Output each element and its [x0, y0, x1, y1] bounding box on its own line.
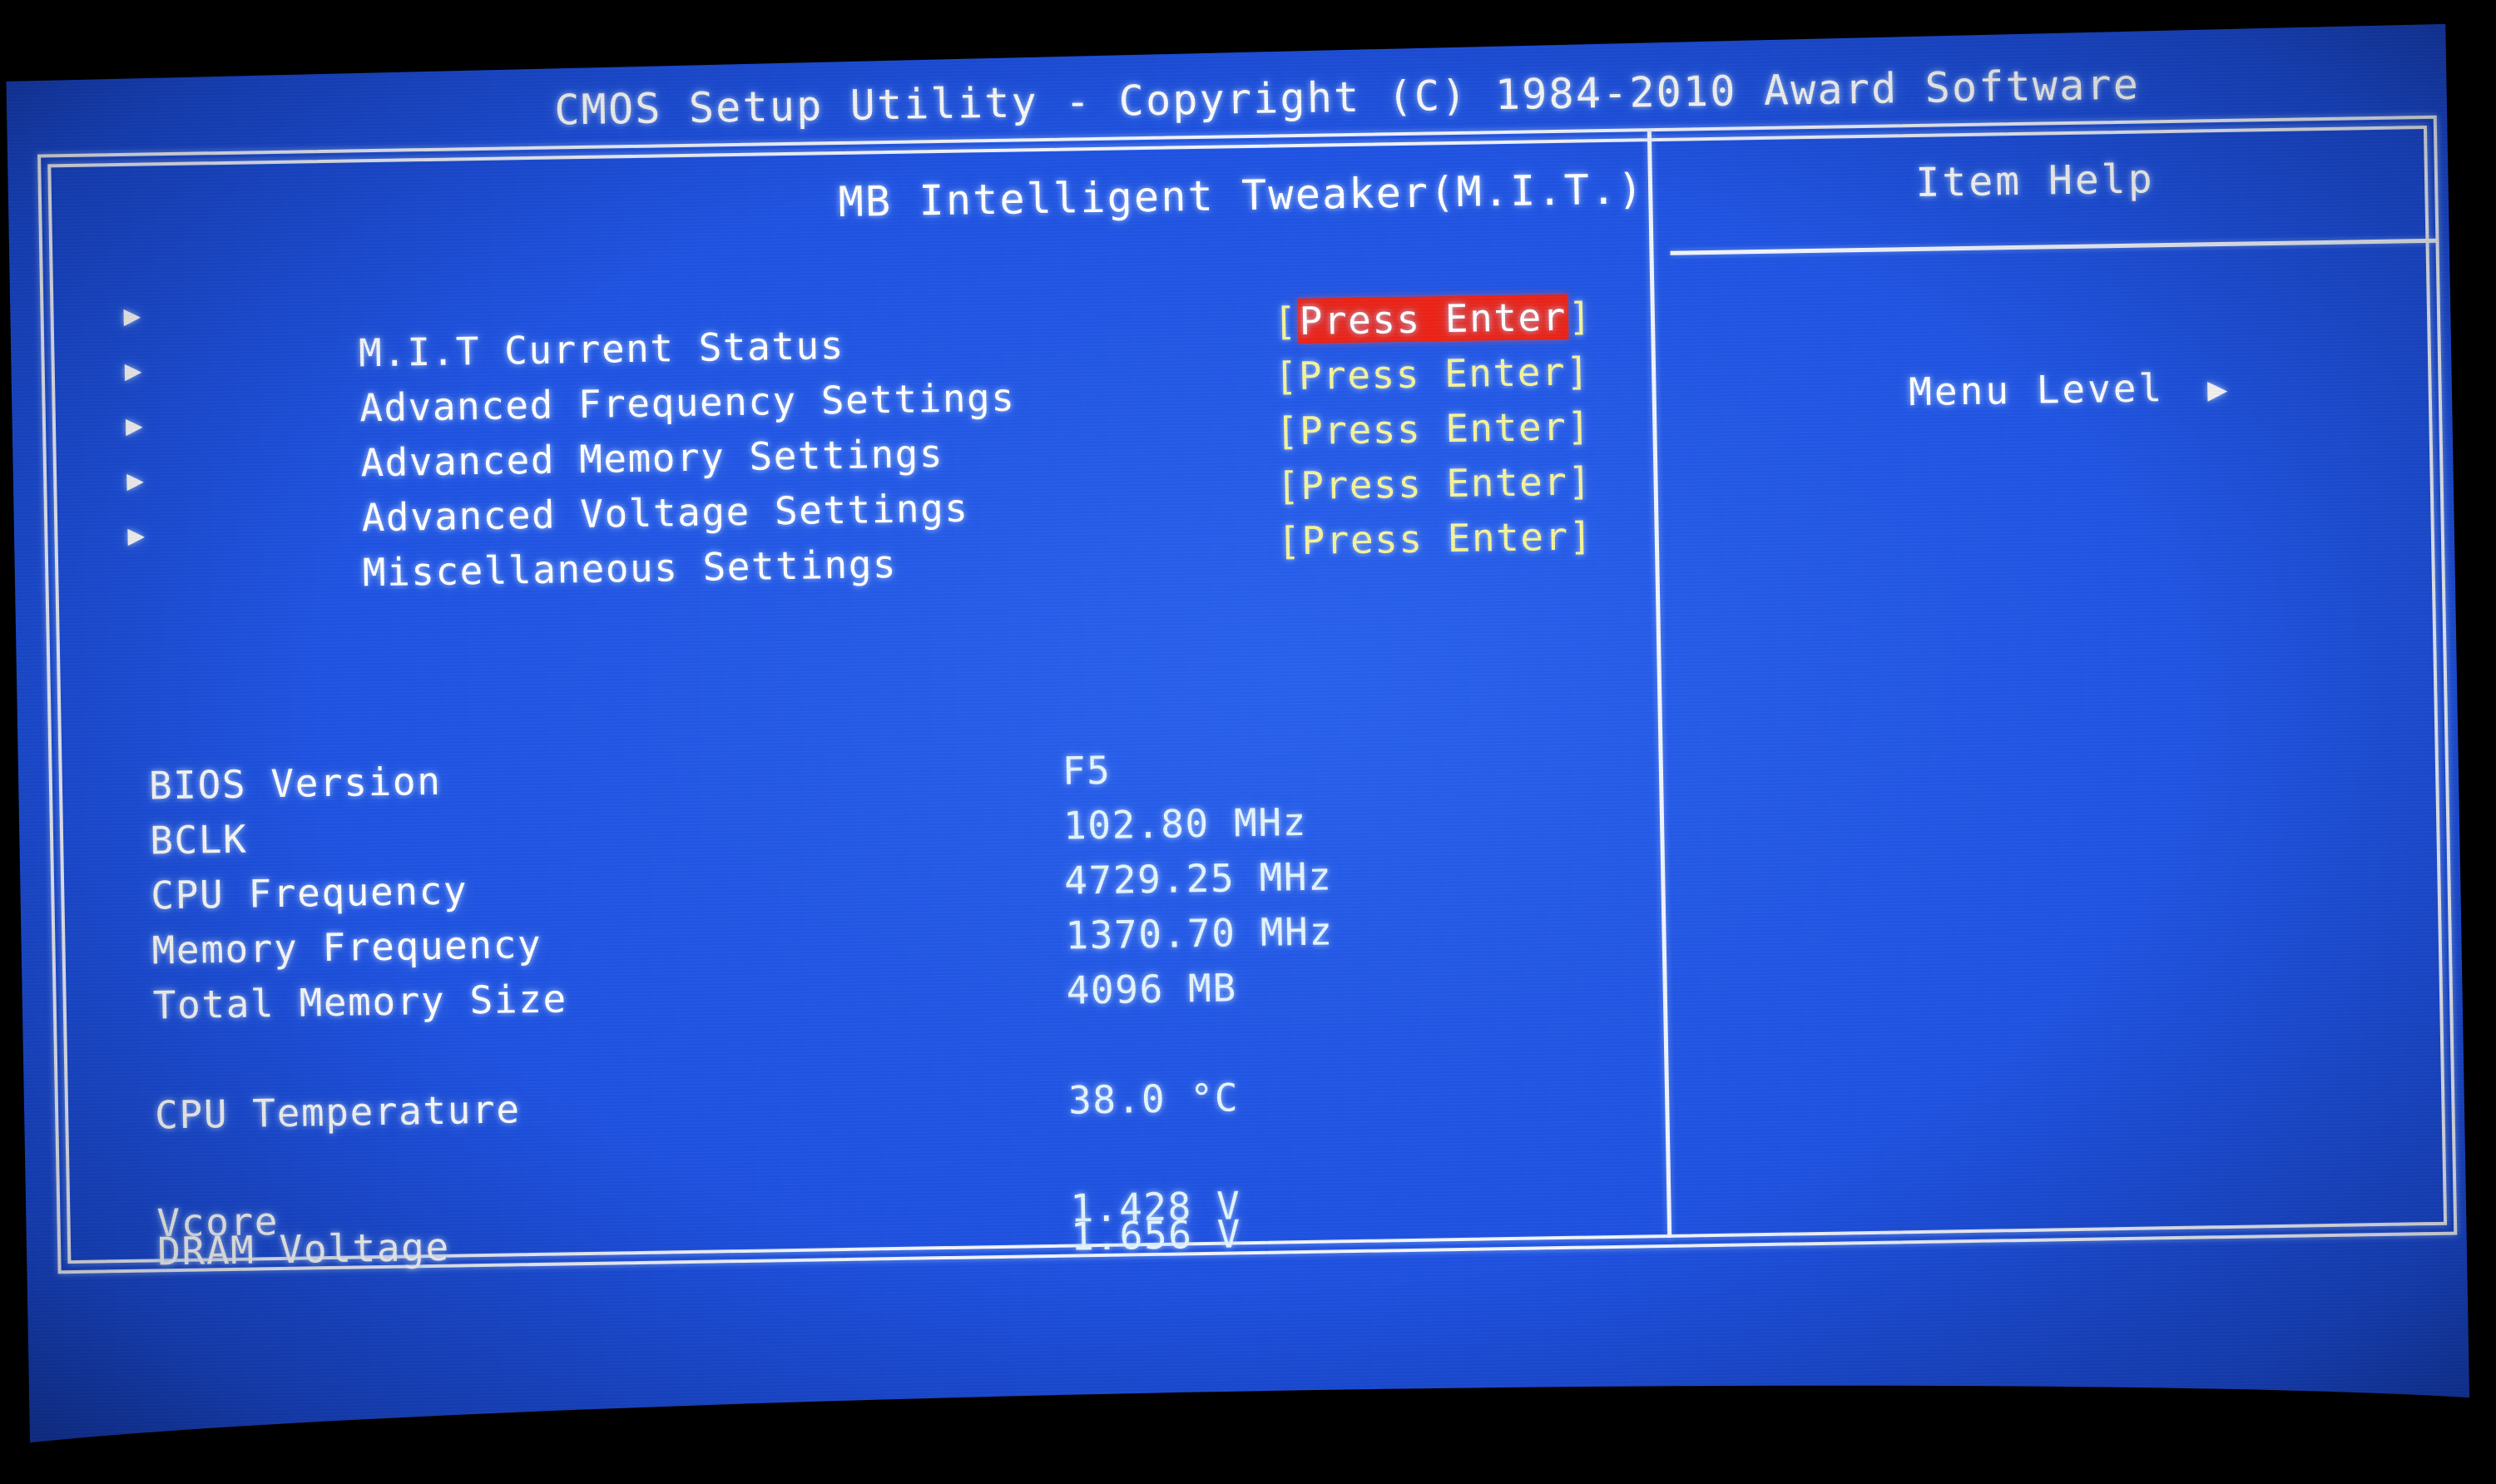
info-key-bios-version: BIOS Version — [148, 758, 442, 809]
info-key-memory-frequency: Memory Frequency — [151, 921, 542, 973]
info-value-memory-frequency: 1370.70 MHz — [1064, 908, 1335, 958]
bios-screen: CMOS Setup Utility - Copyright (C) 1984-… — [2, 0, 2496, 1476]
info-value-bclk: 102.80 MHz — [1062, 799, 1308, 848]
menu-item-miscellaneous-settings[interactable]: ▶ Miscellaneous Settings — [127, 497, 899, 644]
menu-value-miscellaneous-settings[interactable]: [Press Enter] — [1082, 468, 1594, 611]
triangle-right-icon: ▶ — [124, 354, 144, 388]
menu-level-label: Menu Level — [1908, 365, 2165, 415]
info-key-cpu-frequency: CPU Frequency — [150, 868, 468, 918]
triangle-right-icon: ▶ — [123, 299, 142, 333]
info-value-bios-version: F5 — [1062, 747, 1112, 794]
info-value-cpu-frequency: 4729.25 MHz — [1063, 853, 1333, 903]
triangle-right-icon: ▶ — [125, 408, 145, 443]
press-enter-value: Press Enter — [1301, 513, 1570, 563]
info-key-total-memory-size: Total Memory Size — [152, 976, 568, 1028]
info-value-total-memory-size: 4096 MB — [1066, 965, 1238, 1013]
monitor-photo: CMOS Setup Utility - Copyright (C) 1984-… — [0, 0, 2496, 1484]
menu-level-arrow-icon: ▶ — [2206, 369, 2231, 409]
title-line-1: CMOS Setup Utility - Copyright (C) 1984-… — [553, 60, 2141, 135]
close-bracket: ] — [1568, 513, 1594, 559]
open-bracket: [ — [1276, 517, 1303, 564]
menu-level-row: Menu Level ▶ — [1703, 319, 2231, 463]
info-key-bclk: BCLK — [149, 816, 248, 863]
triangle-right-icon: ▶ — [127, 518, 146, 552]
menu-item-label: Miscellaneous Settings — [362, 541, 898, 596]
info-key-cpu-temperature: CPU Temperature — [154, 1086, 522, 1138]
info-key-dram-voltage: DRAM Voltage — [156, 1224, 451, 1274]
screen-area: CMOS Setup Utility - Copyright (C) 1984-… — [2, 0, 2496, 1476]
info-value-dram-voltage: 1.656 V — [1070, 1211, 1242, 1259]
triangle-right-icon: ▶ — [126, 463, 146, 497]
info-value-cpu-temperature: 38.0 °C — [1067, 1075, 1240, 1123]
